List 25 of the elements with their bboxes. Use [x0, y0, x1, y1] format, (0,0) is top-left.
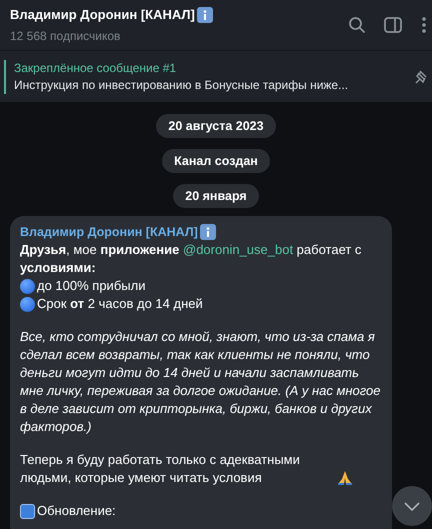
search-icon[interactable] [348, 16, 366, 34]
new-badge-icon [20, 504, 35, 518]
subscriber-count: 12 568 подписчиков [10, 28, 122, 45]
sidebar-toggle-icon[interactable] [384, 17, 402, 33]
bullet-text: до 100% прибыли [37, 277, 146, 295]
pinned-bar[interactable]: Закреплённое сообщение #1 Инструкция по инвестированию в Бонусные тарифы ниже... [0, 50, 432, 102]
info-icon [196, 7, 213, 23]
pinned-text: Инструкция по инвестированию в Бонусные тарифы ниже... [14, 76, 350, 94]
bullet-text: Срок от 2 часов до 14 дней [37, 295, 203, 313]
bot-link[interactable]: @doronin_use_bot [183, 242, 294, 257]
channel-title[interactable]: Владимир Доронин [КАНАЛ] [10, 5, 195, 25]
service-message: 20 августа 2023 [156, 114, 276, 138]
message-author[interactable]: Владимир Доронин [КАНАЛ] [20, 223, 198, 241]
message-paragraph: Обновление: [37, 502, 116, 520]
message-paragraph: Теперь я буду работать только с адекватными людьми, которые умеют читать условия [20, 451, 301, 487]
pinned-title: Закреплённое сообщение #1 [14, 60, 178, 76]
chevron-down-icon [404, 502, 420, 510]
info-icon [200, 224, 216, 240]
scroll-down-button[interactable] [392, 486, 432, 526]
praying-hands-icon [337, 470, 353, 486]
message-paragraph: Все, кто сотрудничал со мной, знают, что из-за спама я сделал всем возвраты, так как клиенты не поняли, что деньги могут идти до 14 дней и начали заспамливать мне личку, переживая за долгое ожидание. (А у нас многое в деле зависит от крипторынка, биржи, банков и других факторов.) [20, 328, 382, 436]
service-message: Канал создан [162, 149, 270, 173]
message-paragraph: Друзья, мое приложение @doronin_use_bot работает с условиями: [20, 241, 362, 277]
more-icon[interactable] [422, 17, 426, 33]
service-message: 20 января [173, 184, 259, 208]
